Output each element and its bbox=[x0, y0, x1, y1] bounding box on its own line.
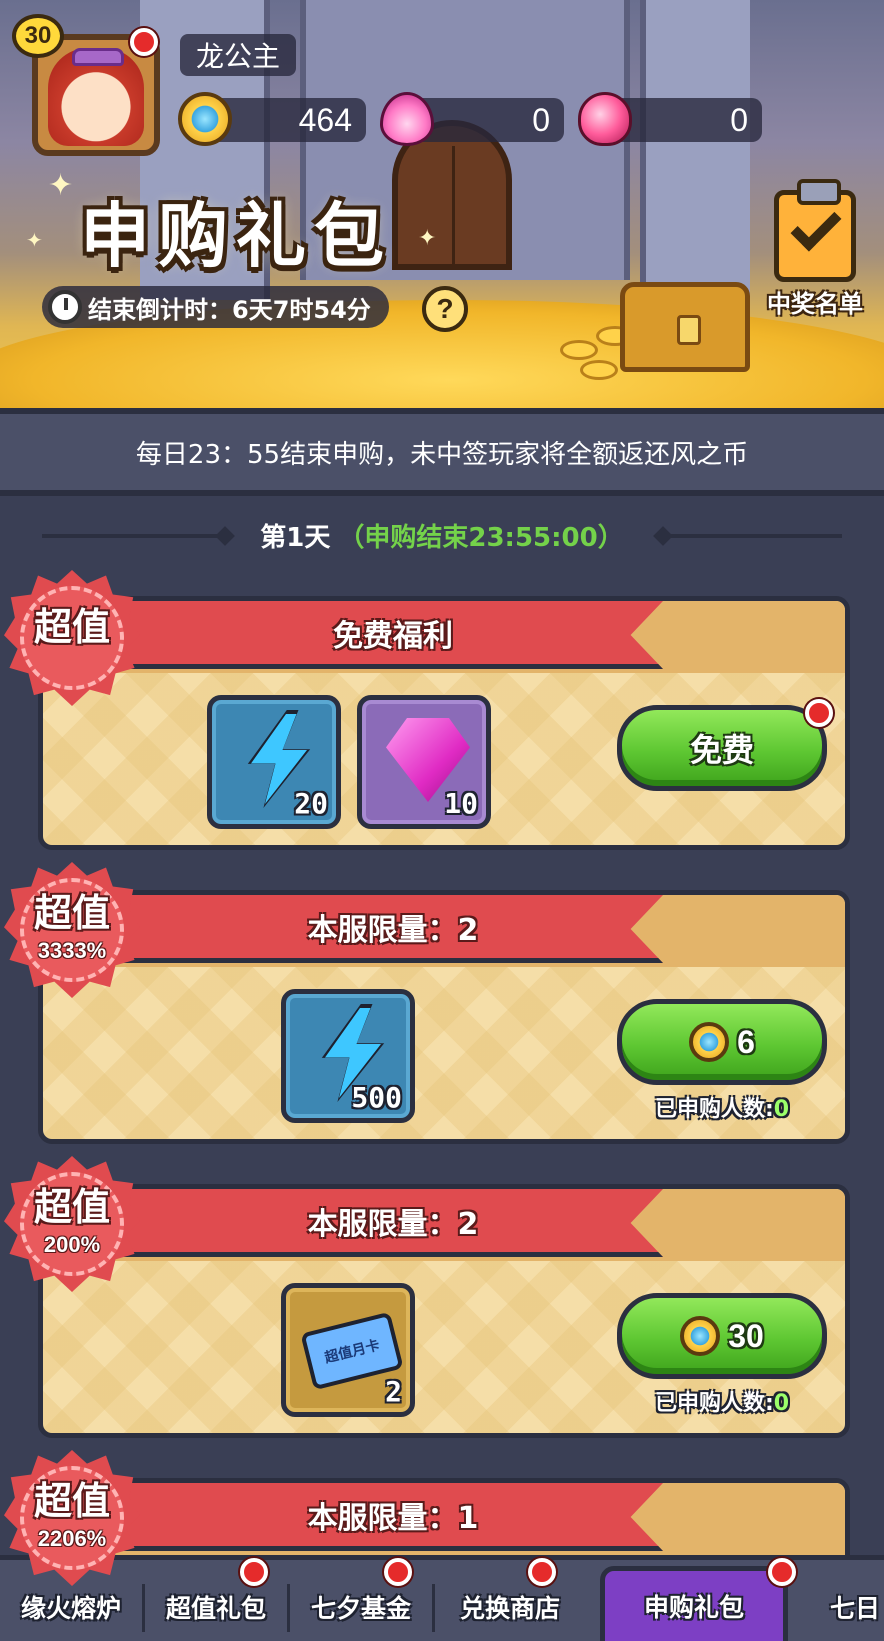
day-subtitle: （申购结束23:55:00） bbox=[338, 522, 624, 553]
price: 30 bbox=[728, 1317, 764, 1354]
badge-percent: 200% bbox=[43, 1232, 101, 1257]
player-name: 龙公主 bbox=[180, 34, 297, 76]
pink-heart-icon bbox=[578, 92, 632, 146]
castle-tower bbox=[640, 0, 750, 300]
reward-item[interactable]: 10 bbox=[357, 695, 491, 829]
badge-percent: 2206% bbox=[37, 1526, 107, 1551]
gem-coin-icon bbox=[178, 92, 232, 146]
reward-item[interactable]: 超值月卡 2 bbox=[281, 1283, 415, 1417]
divider-diamond bbox=[215, 526, 235, 546]
item-count: 10 bbox=[444, 787, 478, 820]
item-count: 500 bbox=[351, 1081, 402, 1114]
gem-coin-icon bbox=[689, 1022, 730, 1062]
notification-dot bbox=[130, 28, 158, 56]
level-badge: 30 bbox=[12, 14, 64, 58]
divider bbox=[42, 534, 222, 538]
tab-seven-day[interactable]: 七日 bbox=[800, 1572, 884, 1641]
buyers-count: 已申购人数:0 bbox=[617, 1385, 827, 1417]
currency-flame: 0 bbox=[380, 92, 564, 146]
coin-decoration bbox=[580, 360, 618, 380]
crown-icon bbox=[72, 48, 124, 66]
value-badge: 超值 2206% bbox=[4, 1450, 140, 1586]
reward-item[interactable]: 20 bbox=[207, 695, 341, 829]
badge-label: 超值 bbox=[33, 1479, 110, 1523]
purchase-button[interactable]: 30 bbox=[617, 1293, 827, 1379]
package-card: 免费福利 20 10 免费 bbox=[38, 596, 850, 850]
currency-value: 0 bbox=[532, 101, 550, 138]
value-badge: 超值 3333% bbox=[4, 862, 140, 998]
badge-label: 超值 bbox=[33, 891, 110, 935]
notification-dot bbox=[805, 699, 833, 727]
winners-list-button[interactable]: 中奖名单 bbox=[752, 179, 878, 320]
notification-dot bbox=[240, 1558, 268, 1586]
tab-subscription-pack[interactable]: 申购礼包 bbox=[600, 1566, 788, 1641]
item-count: 2 bbox=[385, 1375, 402, 1408]
currency-value: 464 bbox=[298, 101, 352, 138]
value-badge: 超值 bbox=[4, 570, 140, 706]
countdown-timer: 结束倒计时： 6天7时54分 bbox=[42, 286, 389, 328]
free-claim-button[interactable]: 免费 bbox=[617, 705, 827, 791]
pink-flame-icon bbox=[380, 92, 434, 146]
button-label: 免费 bbox=[689, 731, 754, 769]
buyers-number: 0 bbox=[773, 1391, 790, 1416]
page-title: 申购礼包 bbox=[80, 195, 392, 277]
currency-heart: 0 bbox=[578, 92, 762, 146]
divider bbox=[662, 534, 842, 538]
gem-coin-icon bbox=[680, 1316, 721, 1356]
check-icon bbox=[790, 200, 842, 252]
buyers-count: 已申购人数:0 bbox=[617, 1091, 827, 1123]
header-banner: ✦ ✦ ✦ 30 龙公主 464 0 0 申购礼包 结束倒计时： 6天7时54分… bbox=[0, 0, 884, 408]
notification-dot bbox=[528, 1558, 556, 1586]
package-card: 本服限量：2 500 6 已申购人数:0 bbox=[38, 890, 850, 1144]
day-title: 第1天 bbox=[260, 522, 331, 553]
currency-gem-coin: 464 bbox=[178, 92, 366, 146]
sparkle-icon: ✦ bbox=[26, 228, 43, 252]
buyers-number: 0 bbox=[773, 1097, 790, 1122]
purchase-button[interactable]: 6 bbox=[617, 999, 827, 1085]
price: 6 bbox=[737, 1023, 755, 1060]
notification-dot bbox=[384, 1558, 412, 1586]
sparkle-icon: ✦ bbox=[418, 226, 437, 251]
package-ribbon: 本服限量：1 bbox=[123, 1483, 663, 1551]
package-card: 本服限量：2 超值月卡 2 30 已申购人数:0 bbox=[38, 1184, 850, 1438]
tab-exchange-shop[interactable]: 兑换商店 bbox=[435, 1572, 585, 1641]
buyers-label: 已申购人数: bbox=[654, 1391, 774, 1416]
day-header: 第1天 （申购结束23:55:00） bbox=[0, 510, 884, 560]
clock-icon bbox=[48, 290, 82, 324]
package-ribbon: 免费福利 bbox=[123, 601, 663, 669]
currency-value: 0 bbox=[730, 101, 748, 138]
badge-percent: 3333% bbox=[37, 938, 107, 963]
treasure-chest bbox=[620, 282, 750, 372]
winners-list-label: 中奖名单 bbox=[767, 290, 863, 318]
notice-bar: 每日23：55结束申购，未中签玩家将全额返还风之币 bbox=[0, 408, 884, 496]
badge-label: 超值 bbox=[33, 1185, 110, 1229]
help-button[interactable]: ? bbox=[422, 286, 468, 332]
item-count: 20 bbox=[294, 787, 328, 820]
package-ribbon: 本服限量：2 bbox=[123, 1189, 663, 1257]
package-ribbon: 本服限量：2 bbox=[123, 895, 663, 963]
countdown-label: 结束倒计时： bbox=[88, 295, 232, 324]
notification-dot bbox=[768, 1558, 796, 1586]
sparkle-icon: ✦ bbox=[48, 168, 74, 203]
value-badge: 超值 200% bbox=[4, 1156, 140, 1292]
clipboard-check-icon bbox=[774, 179, 856, 282]
coin-decoration bbox=[560, 340, 598, 360]
tab-value-packs[interactable]: 超值礼包 bbox=[145, 1572, 287, 1641]
badge-label: 超值 bbox=[33, 605, 110, 649]
tab-qixi-fund[interactable]: 七夕基金 bbox=[290, 1572, 432, 1641]
reward-item[interactable]: 500 bbox=[281, 989, 415, 1123]
countdown-value: 6天7时54分 bbox=[232, 295, 371, 324]
buyers-label: 已申购人数: bbox=[654, 1097, 774, 1122]
